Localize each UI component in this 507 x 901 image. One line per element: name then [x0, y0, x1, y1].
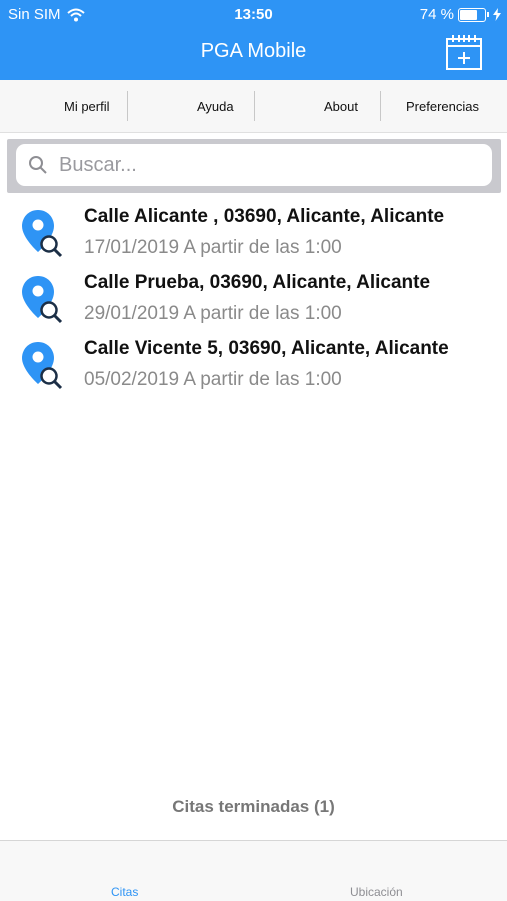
- appointment-address: Calle Alicante , 03690, Alicante, Alican…: [84, 206, 445, 227]
- search-icon: [29, 156, 47, 174]
- appointment-row[interactable]: Calle Prueba, 03690, Alicante, Alicante …: [0, 266, 507, 332]
- battery-status: 74 %: [420, 6, 501, 23]
- search-placeholder: Buscar...: [59, 154, 137, 176]
- calendar-add-icon[interactable]: [445, 33, 483, 71]
- battery-icon: [458, 7, 486, 22]
- appointment-address: Calle Vicente 5, 03690, Alicante, Alican…: [84, 338, 449, 359]
- appointment-address: Calle Prueba, 03690, Alicante, Alicante: [84, 272, 431, 293]
- search-bar: Buscar...: [7, 139, 501, 193]
- menu-divider: [380, 91, 381, 121]
- charging-bolt-icon: [493, 8, 501, 21]
- status-bar: Sin SIM 13:50 74 %: [0, 0, 507, 28]
- battery-cap: [487, 12, 489, 17]
- menu-item-mi-perfil[interactable]: Mi perfil: [64, 99, 110, 114]
- battery-label: 74 %: [419, 6, 454, 23]
- tab-bar: Citas Ubicación: [0, 840, 507, 901]
- finished-appointments-link[interactable]: Citas terminadas (1): [0, 797, 507, 817]
- tab-citas[interactable]: Citas: [111, 885, 138, 899]
- tab-ubicacion[interactable]: Ubicación: [350, 885, 403, 899]
- appointment-date: 17/01/2019 A partir de las 1:00: [84, 237, 342, 258]
- appointment-date: 05/02/2019 A partir de las 1:00: [84, 369, 342, 390]
- appointment-date: 29/01/2019 A partir de las 1:00: [84, 303, 342, 324]
- appointment-row[interactable]: Calle Vicente 5, 03690, Alicante, Alican…: [0, 332, 507, 398]
- menu-item-ayuda[interactable]: Ayuda: [197, 99, 234, 114]
- search-input[interactable]: Buscar...: [16, 144, 492, 186]
- page-title: PGA Mobile: [200, 40, 307, 62]
- menu-divider: [254, 91, 255, 121]
- top-menu: Mi perfil Ayuda About Preferencias: [0, 80, 507, 133]
- appointment-row[interactable]: Calle Alicante , 03690, Alicante, Alican…: [0, 200, 507, 266]
- menu-divider: [127, 91, 128, 121]
- location-search-icon: [22, 276, 63, 324]
- menu-item-about[interactable]: About: [324, 99, 358, 114]
- location-search-icon: [22, 342, 63, 390]
- location-search-icon: [22, 210, 63, 258]
- app-header: Sin SIM 13:50 74 % PGA Mobile: [0, 0, 507, 80]
- menu-item-preferencias[interactable]: Preferencias: [406, 99, 479, 114]
- battery-level: [460, 9, 478, 20]
